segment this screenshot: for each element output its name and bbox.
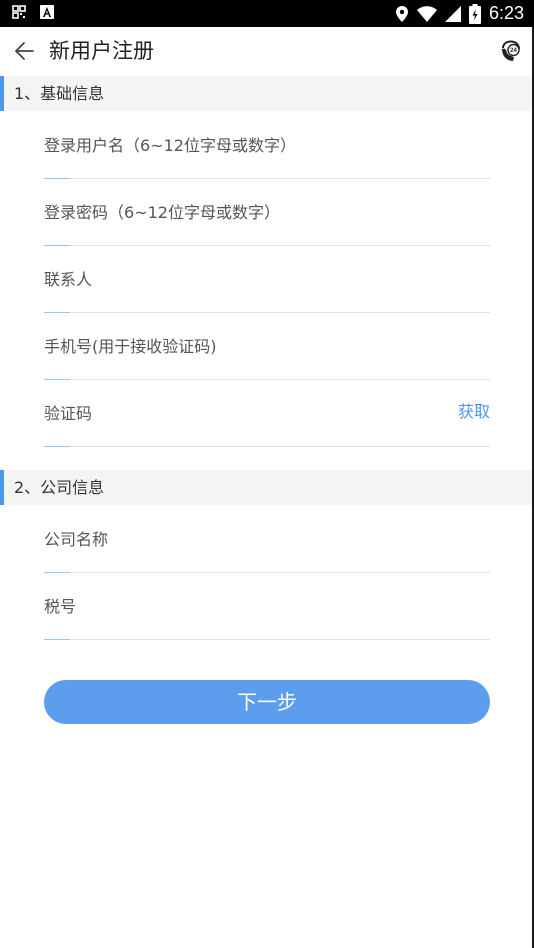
signal-icon [444, 5, 461, 22]
username-input[interactable] [44, 112, 490, 178]
username-field[interactable] [44, 112, 490, 179]
company-name-input[interactable] [44, 506, 490, 572]
get-code-button[interactable]: 获取 [458, 402, 490, 422]
verification-code-field[interactable]: 获取 [44, 380, 490, 447]
location-icon [395, 5, 408, 22]
verification-code-input[interactable] [44, 380, 424, 446]
phone-field[interactable] [44, 313, 490, 380]
accessibility-icon [40, 5, 54, 19]
next-step-button[interactable]: 下一步 [44, 680, 490, 724]
section-title-company: 2、公司信息 [14, 478, 105, 497]
section-header-basic: 1、基础信息 [0, 76, 534, 111]
section-header-company: 2、公司信息 [0, 470, 534, 505]
password-input[interactable] [44, 179, 490, 245]
status-bar: 6:23 [0, 0, 534, 27]
contact-input[interactable] [44, 246, 490, 312]
field-underline-accent [44, 446, 70, 447]
wifi-icon [416, 5, 437, 22]
section-title-basic: 1、基础信息 [14, 84, 105, 103]
tax-number-input[interactable] [44, 573, 490, 639]
contact-field[interactable] [44, 246, 490, 313]
status-time: 6:23 [488, 3, 524, 23]
company-name-field[interactable] [44, 506, 490, 573]
back-arrow-icon[interactable] [12, 38, 38, 64]
qr-code-icon [12, 5, 26, 19]
battery-icon [468, 3, 481, 24]
phone-24h-icon[interactable]: 24 [500, 40, 522, 62]
page-title: 新用户注册 [49, 39, 154, 63]
tax-number-field[interactable] [44, 573, 490, 640]
password-field[interactable] [44, 179, 490, 246]
phone-input[interactable] [44, 313, 490, 379]
svg-text:24: 24 [510, 48, 517, 54]
field-underline-accent [44, 639, 70, 640]
toolbar: 新用户注册 24 [0, 27, 534, 75]
